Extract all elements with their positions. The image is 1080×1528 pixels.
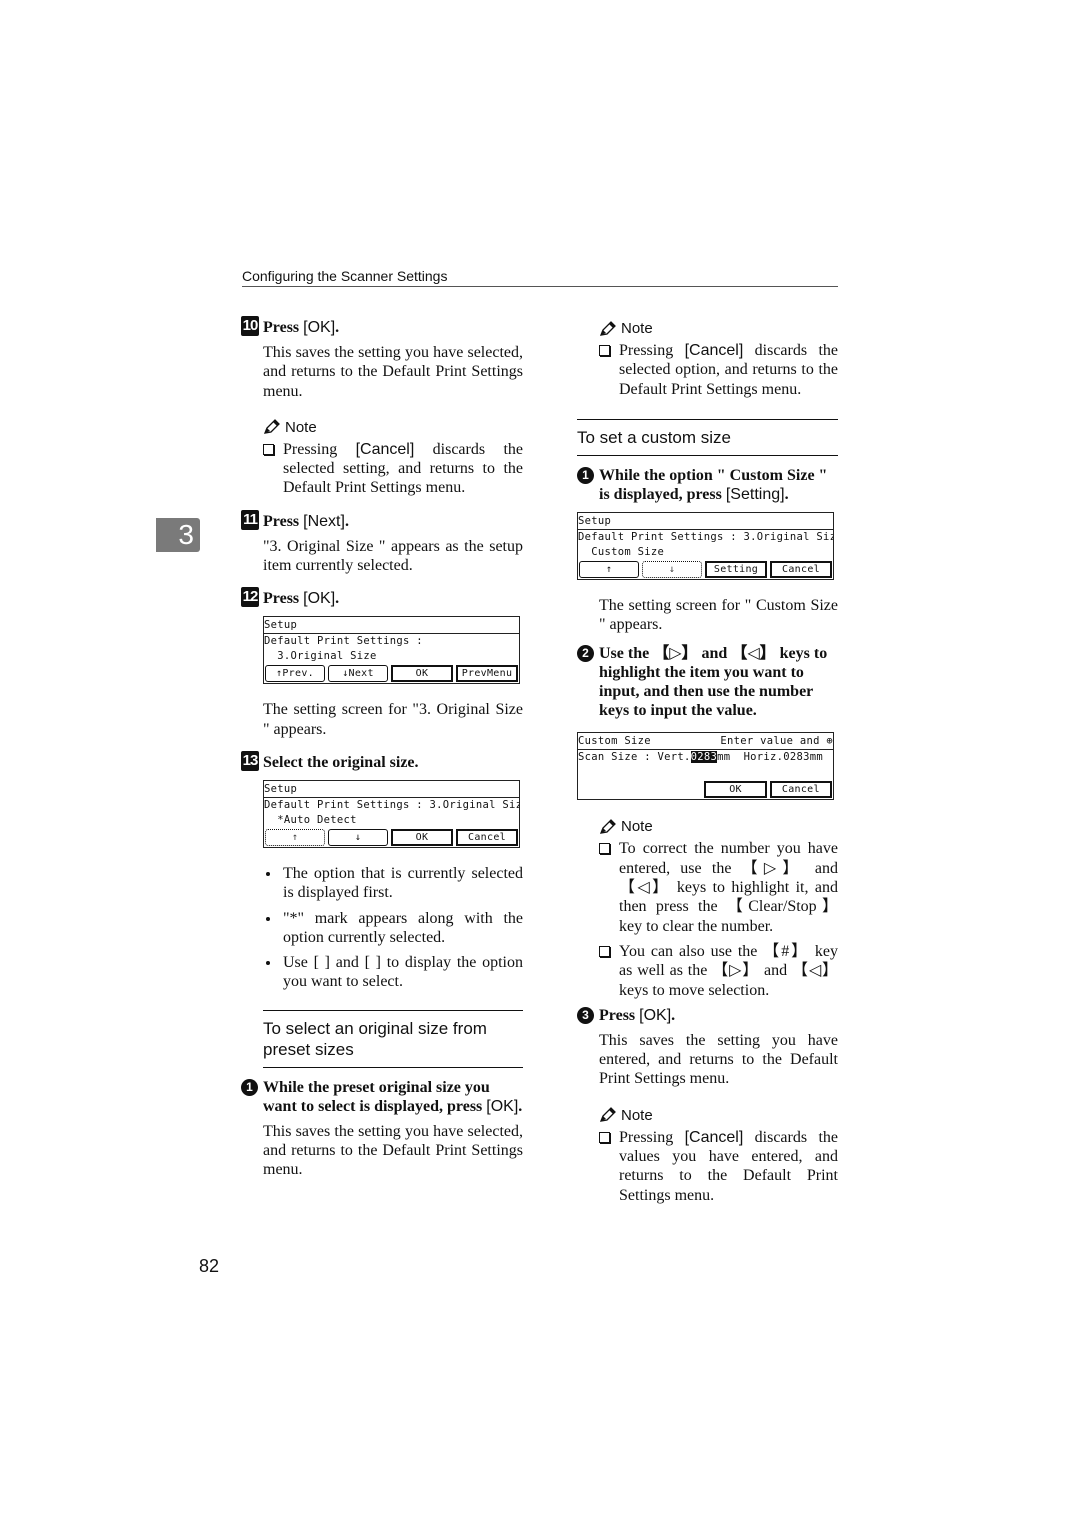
lcd-line: Default Print Settings : 3.Original Size xyxy=(264,798,519,811)
checkbox-bullet-icon xyxy=(599,945,610,957)
substep-number: 1 xyxy=(577,466,594,484)
bullet-icon xyxy=(266,871,270,876)
checkbox-bullet-icon xyxy=(263,443,274,455)
pencil-icon xyxy=(599,320,616,336)
checkbox-bullet-icon xyxy=(599,345,610,356)
ok-key: [OK] xyxy=(486,1097,519,1115)
lcd-scan-size-line: Scan Size : Vert.0283mm Horiz.0283mm xyxy=(578,751,824,764)
substep-1-body: This saves the setting you have selected… xyxy=(263,1122,523,1179)
bullet-item: Use [ ] and [ ] to display the option yo… xyxy=(263,953,523,992)
pencil-icon xyxy=(599,819,616,834)
page-number: 82 xyxy=(199,1256,220,1276)
lcd-prevmenu-button[interactable]: PrevMenu xyxy=(456,665,518,683)
lcd-down-button[interactable]: ↓ xyxy=(642,560,702,578)
ok-key: [OK] xyxy=(303,319,336,336)
lcd3-caption: The setting screen for " Custom Size " a… xyxy=(599,596,838,634)
lcd-prev-button[interactable]: ↑Prev. xyxy=(265,665,325,683)
substep-number: 2 xyxy=(577,645,594,663)
cancel-key: [Cancel] xyxy=(355,440,415,458)
substep-3: 3 Press [OK]. xyxy=(577,1006,838,1025)
next-key: [Next] xyxy=(303,512,345,530)
bullet-item: The option that is currently selected is… xyxy=(263,864,523,903)
substep-1: 1 While the preset original size you wan… xyxy=(241,1078,523,1116)
step-12: 12 Press [OK]. xyxy=(241,587,340,608)
step-10-body: This saves the setting you have selected… xyxy=(263,344,523,400)
cancel-key: [Cancel] xyxy=(684,342,744,359)
step-11: 11 Press [Next]. xyxy=(241,509,523,531)
left-column: 10 Press [OK]. This saves the setting yo… xyxy=(241,316,523,1190)
lcd-ok-button[interactable]: OK xyxy=(391,665,453,683)
lcd-up-button[interactable]: ↑ xyxy=(265,828,325,846)
substep-1: 1 While the option " Custom Size " is di… xyxy=(577,466,838,504)
section-title-custom: To set a custom size xyxy=(577,427,732,447)
note-heading: Note xyxy=(599,818,838,835)
section-title-preset: To select an original size from preset s… xyxy=(263,1018,487,1059)
substep-number: 1 xyxy=(241,1078,258,1096)
section-divider xyxy=(577,418,838,420)
lcd-cancel-button[interactable]: Cancel xyxy=(770,560,832,578)
step-13: 13 Select the original size. xyxy=(241,750,419,771)
lcd-line: Default Print Settings : 3.Original Size xyxy=(578,530,833,543)
step-number: 10 xyxy=(241,316,259,336)
section-divider xyxy=(263,1066,523,1068)
note-item: To correct the number you have entered, … xyxy=(599,839,838,935)
lcd-line: 3.Original Size xyxy=(264,650,377,663)
lcd-down-button[interactable]: ↓ xyxy=(328,828,388,846)
lcd-line: Default Print Settings : xyxy=(264,635,423,648)
note-heading: Note xyxy=(599,1107,838,1124)
horiz-value-field[interactable]: 0283 xyxy=(783,751,810,763)
note-item: You can also use the 【#】 key as well as … xyxy=(599,942,838,1000)
lcd-next-button[interactable]: ↓Next xyxy=(328,665,388,683)
setting-key: [Setting] xyxy=(725,485,785,503)
lcd1-caption: The setting screen for "3. Original Size… xyxy=(263,701,523,738)
running-head: Configuring the Scanner Settings xyxy=(242,268,838,287)
step-number: 13 xyxy=(241,750,259,771)
note-heading: Note xyxy=(263,419,523,436)
lcd-title: Custom Size Enter value and ⊕ xyxy=(578,733,833,751)
lcd-cancel-button[interactable]: Cancel xyxy=(769,781,833,799)
bullet-icon xyxy=(266,916,270,921)
section-divider xyxy=(263,1009,523,1011)
vert-value-field[interactable]: 0283 xyxy=(690,751,718,764)
right-arrow-key: 【▷】 xyxy=(653,645,698,663)
step-number: 12 xyxy=(241,587,259,608)
lcd-setting-button[interactable]: Setting xyxy=(705,560,767,578)
note-heading: Note xyxy=(599,320,838,337)
lcd-screen-original-size: Setup Default Print Settings : 3.Origina… xyxy=(263,779,520,848)
lcd-cancel-button[interactable]: Cancel xyxy=(456,828,518,846)
lcd-title: Setup xyxy=(578,513,833,530)
chapter-tab: 3 xyxy=(156,518,200,552)
step-11-body: "3. Original Size " appears as the setup… xyxy=(263,537,523,575)
checkbox-bullet-icon xyxy=(599,843,610,855)
note-item: Pressing [Cancel] discards the values yo… xyxy=(599,1128,838,1205)
left-arrow-key: 【◁】 xyxy=(731,645,776,663)
bullet-icon xyxy=(266,961,270,966)
pencil-icon xyxy=(599,1107,616,1123)
checkbox-bullet-icon xyxy=(599,1131,610,1143)
lcd-line: Custom Size xyxy=(578,545,665,558)
cancel-key: [Cancel] xyxy=(684,1128,744,1146)
lcd-ok-button[interactable]: OK xyxy=(704,781,767,799)
lcd-screen-setup-menu: Setup Default Print Settings : 3.Origina… xyxy=(263,616,520,685)
note-item: Pressing [Cancel] discards the selected … xyxy=(263,440,523,498)
lcd-line: *Auto Detect xyxy=(264,813,357,826)
section-divider xyxy=(577,454,838,456)
ok-key: [OK] xyxy=(303,590,336,608)
bullet-item: "*" mark appears along with the option c… xyxy=(263,909,523,948)
ok-key: [OK] xyxy=(639,1006,672,1024)
lcd-screen-custom-size-entry: Custom Size Enter value and ⊕ Scan Size … xyxy=(577,732,834,801)
lcd-title: Setup xyxy=(264,781,519,798)
lcd-ok-button[interactable]: OK xyxy=(391,828,453,846)
right-column: Note Pressing [Cancel] discards the sele… xyxy=(577,318,838,1211)
lcd-up-button[interactable]: ↑ xyxy=(579,560,639,578)
note-item: Pressing [Cancel] discards the selected … xyxy=(599,341,838,399)
lcd-screen-custom-size-option: Setup Default Print Settings : 3.Origina… xyxy=(577,511,834,580)
step-number: 11 xyxy=(241,509,259,530)
substep-2: 2 Use the 【▷】 and 【◁】 keys to highlight … xyxy=(577,644,838,720)
step-10: 10 Press [OK]. xyxy=(241,316,340,336)
substep-number: 3 xyxy=(577,1006,594,1024)
lcd-title: Setup xyxy=(264,617,519,635)
substep-3-body: This saves the setting you have entered,… xyxy=(599,1031,838,1088)
pencil-icon xyxy=(263,419,280,435)
